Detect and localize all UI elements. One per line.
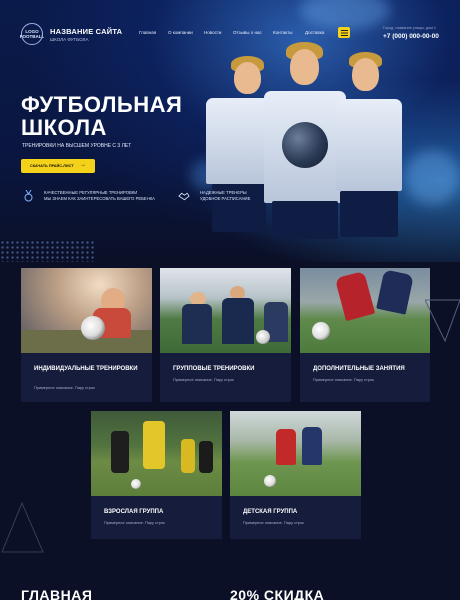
service-card-adult[interactable]: ВЗРОСЛАЯ ГРУППА Примерное описание. Пару… <box>91 411 222 539</box>
hero-title-line2: ШКОЛА <box>21 115 107 140</box>
nav-item-home[interactable]: Главная <box>139 30 156 35</box>
card-title: ВЗРОСЛАЯ ГРУППА <box>104 509 164 515</box>
menu-icon <box>340 29 348 36</box>
card-image <box>230 411 361 496</box>
site-subtitle: ШКОЛА ФУТБОЛА <box>50 37 89 42</box>
service-card-group[interactable]: ГРУППОВЫЕ ТРЕНИРОВКИ Примерное описание.… <box>160 268 291 402</box>
logo[interactable]: LOGO FOOTBALL <box>20 23 44 45</box>
nav-item-news[interactable]: Новости <box>204 30 221 35</box>
card-title: ДЕТСКАЯ ГРУППА <box>243 509 298 515</box>
address-text: Город, название улицы, дом 1 <box>383 26 437 30</box>
card-desc: Примерное описание. Пару строк <box>173 377 234 382</box>
section-heading-discount: 20% СКИДКА <box>230 587 325 600</box>
service-card-kids[interactable]: ДЕТСКАЯ ГРУППА Примерное описание. Пару … <box>230 411 361 539</box>
football-icon <box>282 122 328 168</box>
card-image <box>300 268 430 353</box>
service-card-extra[interactable]: ДОПОЛНИТЕЛЬНЫЕ ЗАНЯТИЯ Примерное описани… <box>300 268 430 402</box>
card-desc: Примерное описание. Пару строк <box>243 520 304 525</box>
card-image <box>160 268 291 353</box>
card-title: ДОПОЛНИТЕЛЬНЫЕ ЗАНЯТИЯ <box>313 366 405 372</box>
decor-triangle <box>425 299 460 343</box>
feature-2-line2: УДОБНОЕ РАСПИСАНИЕ <box>200 196 251 201</box>
dot-pattern <box>0 240 95 262</box>
download-price-label: СКАЧАТЬ ПРАЙС-ЛИСТ <box>30 164 74 168</box>
card-image <box>91 411 222 496</box>
section-heading-main: ГЛАВНАЯ <box>21 587 93 600</box>
phone-number[interactable]: +7 (000) 000-00-00 <box>383 33 439 40</box>
service-card-individual[interactable]: ИНДИВИДУАЛЬНЫЕ ТРЕНИРОВКИ Примерное опис… <box>21 268 152 402</box>
site-name: НАЗВАНИЕ САЙТА <box>50 27 123 36</box>
card-desc: Примерное описание. Пару строк <box>313 377 374 382</box>
download-price-button[interactable]: СКАЧАТЬ ПРАЙС-ЛИСТ → <box>21 159 95 173</box>
card-desc: Примерное описание. Пару строк <box>34 385 95 390</box>
nav-item-delivery[interactable]: Доставка <box>305 30 324 35</box>
nav-item-reviews[interactable]: Отзывы о нас <box>233 30 262 35</box>
nav-item-about[interactable]: О компании <box>168 30 193 35</box>
hero-title-line1: ФУТБОЛЬНАЯ <box>21 92 183 117</box>
hero-subtitle: ТРЕНИРОВКИ НА ВЫСШЕМ УРОВНЕ С 3 ЛЕТ <box>22 143 132 149</box>
hero-title: ФУТБОЛЬНАЯ ШКОЛА <box>21 93 221 139</box>
hero-section: LOGO FOOTBALL НАЗВАНИЕ САЙТА ШКОЛА ФУТБОЛ… <box>0 0 460 262</box>
menu-button[interactable] <box>338 27 350 38</box>
feature-1: КАЧЕСТВЕННЫЕ РЕГУЛЯРНЫЕ ТРЕНИРОВКИ МЫ ЗН… <box>44 190 155 202</box>
decor-triangle <box>1 501 44 553</box>
card-title: ИНДИВИДУАЛЬНЫЕ ТРЕНИРОВКИ <box>34 366 138 372</box>
medal-icon <box>22 190 34 202</box>
nav-item-contacts[interactable]: Контакты <box>273 30 292 35</box>
arrow-right-icon: → <box>80 162 86 168</box>
feature-2: НАДЕЖНЫЕ ТРЕНЕРЫ УДОБНОЕ РАСПИСАНИЕ <box>200 190 250 202</box>
feature-1-line2: МЫ ЗНАЕМ КАК ЗАИНТЕРЕСОВАТЬ ВАШЕГО РЕБЕН… <box>44 196 155 201</box>
card-title: ГРУППОВЫЕ ТРЕНИРОВКИ <box>173 366 255 372</box>
card-desc: Примерное описание. Пару строк <box>104 520 165 525</box>
card-image <box>21 268 152 353</box>
handshake-icon <box>178 190 190 202</box>
